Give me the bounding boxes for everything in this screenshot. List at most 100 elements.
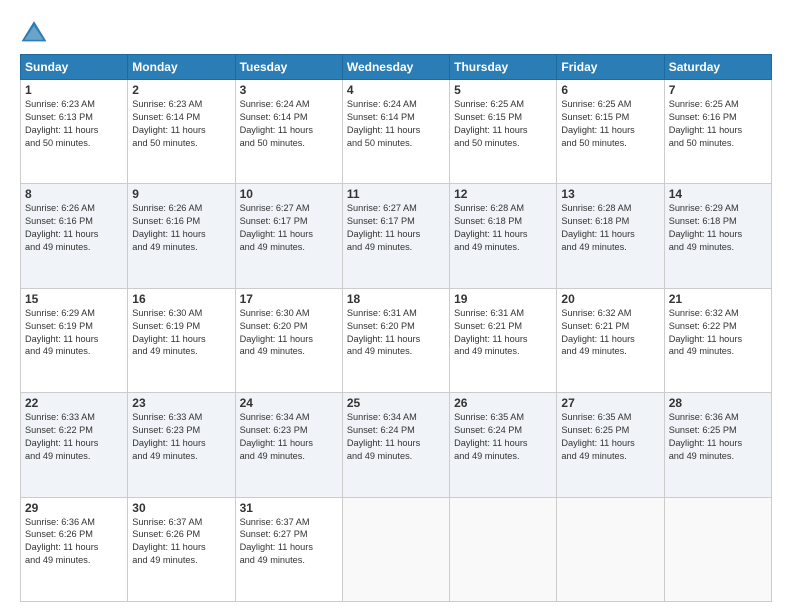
calendar-cell	[342, 497, 449, 601]
day-info: Sunrise: 6:36 AM Sunset: 6:26 PM Dayligh…	[25, 516, 123, 568]
header-wednesday: Wednesday	[342, 55, 449, 80]
day-info: Sunrise: 6:23 AM Sunset: 6:14 PM Dayligh…	[132, 98, 230, 150]
calendar-cell: 9Sunrise: 6:26 AM Sunset: 6:16 PM Daylig…	[128, 184, 235, 288]
day-number: 3	[240, 83, 338, 97]
calendar-cell: 29Sunrise: 6:36 AM Sunset: 6:26 PM Dayli…	[21, 497, 128, 601]
day-info: Sunrise: 6:25 AM Sunset: 6:15 PM Dayligh…	[561, 98, 659, 150]
calendar-cell: 15Sunrise: 6:29 AM Sunset: 6:19 PM Dayli…	[21, 288, 128, 392]
calendar-cell: 7Sunrise: 6:25 AM Sunset: 6:16 PM Daylig…	[664, 80, 771, 184]
calendar-cell: 10Sunrise: 6:27 AM Sunset: 6:17 PM Dayli…	[235, 184, 342, 288]
day-number: 18	[347, 292, 445, 306]
day-number: 5	[454, 83, 552, 97]
header-monday: Monday	[128, 55, 235, 80]
calendar-cell: 2Sunrise: 6:23 AM Sunset: 6:14 PM Daylig…	[128, 80, 235, 184]
day-number: 27	[561, 396, 659, 410]
day-number: 25	[347, 396, 445, 410]
calendar-table: Sunday Monday Tuesday Wednesday Thursday…	[20, 54, 772, 602]
calendar-cell	[450, 497, 557, 601]
calendar-cell: 22Sunrise: 6:33 AM Sunset: 6:22 PM Dayli…	[21, 393, 128, 497]
day-info: Sunrise: 6:26 AM Sunset: 6:16 PM Dayligh…	[25, 202, 123, 254]
day-info: Sunrise: 6:34 AM Sunset: 6:24 PM Dayligh…	[347, 411, 445, 463]
calendar-cell: 21Sunrise: 6:32 AM Sunset: 6:22 PM Dayli…	[664, 288, 771, 392]
day-number: 26	[454, 396, 552, 410]
day-number: 15	[25, 292, 123, 306]
logo-icon	[20, 18, 48, 46]
calendar-cell: 4Sunrise: 6:24 AM Sunset: 6:14 PM Daylig…	[342, 80, 449, 184]
calendar-week-row: 15Sunrise: 6:29 AM Sunset: 6:19 PM Dayli…	[21, 288, 772, 392]
calendar-cell: 26Sunrise: 6:35 AM Sunset: 6:24 PM Dayli…	[450, 393, 557, 497]
day-info: Sunrise: 6:23 AM Sunset: 6:13 PM Dayligh…	[25, 98, 123, 150]
calendar-cell: 24Sunrise: 6:34 AM Sunset: 6:23 PM Dayli…	[235, 393, 342, 497]
calendar-cell: 25Sunrise: 6:34 AM Sunset: 6:24 PM Dayli…	[342, 393, 449, 497]
day-info: Sunrise: 6:28 AM Sunset: 6:18 PM Dayligh…	[454, 202, 552, 254]
day-number: 21	[669, 292, 767, 306]
day-number: 7	[669, 83, 767, 97]
day-info: Sunrise: 6:30 AM Sunset: 6:20 PM Dayligh…	[240, 307, 338, 359]
day-number: 16	[132, 292, 230, 306]
day-number: 29	[25, 501, 123, 515]
day-info: Sunrise: 6:27 AM Sunset: 6:17 PM Dayligh…	[240, 202, 338, 254]
day-number: 24	[240, 396, 338, 410]
day-number: 31	[240, 501, 338, 515]
header-thursday: Thursday	[450, 55, 557, 80]
day-number: 13	[561, 187, 659, 201]
calendar-cell: 1Sunrise: 6:23 AM Sunset: 6:13 PM Daylig…	[21, 80, 128, 184]
day-info: Sunrise: 6:27 AM Sunset: 6:17 PM Dayligh…	[347, 202, 445, 254]
day-number: 23	[132, 396, 230, 410]
header-tuesday: Tuesday	[235, 55, 342, 80]
day-number: 4	[347, 83, 445, 97]
calendar-cell: 3Sunrise: 6:24 AM Sunset: 6:14 PM Daylig…	[235, 80, 342, 184]
day-info: Sunrise: 6:32 AM Sunset: 6:21 PM Dayligh…	[561, 307, 659, 359]
day-info: Sunrise: 6:32 AM Sunset: 6:22 PM Dayligh…	[669, 307, 767, 359]
day-number: 11	[347, 187, 445, 201]
day-number: 12	[454, 187, 552, 201]
day-number: 30	[132, 501, 230, 515]
day-info: Sunrise: 6:30 AM Sunset: 6:19 PM Dayligh…	[132, 307, 230, 359]
calendar-cell: 12Sunrise: 6:28 AM Sunset: 6:18 PM Dayli…	[450, 184, 557, 288]
day-number: 19	[454, 292, 552, 306]
day-info: Sunrise: 6:37 AM Sunset: 6:26 PM Dayligh…	[132, 516, 230, 568]
day-number: 17	[240, 292, 338, 306]
calendar-cell: 6Sunrise: 6:25 AM Sunset: 6:15 PM Daylig…	[557, 80, 664, 184]
day-number: 14	[669, 187, 767, 201]
day-info: Sunrise: 6:35 AM Sunset: 6:25 PM Dayligh…	[561, 411, 659, 463]
calendar-cell: 23Sunrise: 6:33 AM Sunset: 6:23 PM Dayli…	[128, 393, 235, 497]
day-info: Sunrise: 6:25 AM Sunset: 6:16 PM Dayligh…	[669, 98, 767, 150]
day-info: Sunrise: 6:28 AM Sunset: 6:18 PM Dayligh…	[561, 202, 659, 254]
header	[20, 18, 772, 46]
day-info: Sunrise: 6:33 AM Sunset: 6:22 PM Dayligh…	[25, 411, 123, 463]
calendar-cell: 28Sunrise: 6:36 AM Sunset: 6:25 PM Dayli…	[664, 393, 771, 497]
day-info: Sunrise: 6:34 AM Sunset: 6:23 PM Dayligh…	[240, 411, 338, 463]
calendar-cell: 16Sunrise: 6:30 AM Sunset: 6:19 PM Dayli…	[128, 288, 235, 392]
calendar-cell: 27Sunrise: 6:35 AM Sunset: 6:25 PM Dayli…	[557, 393, 664, 497]
calendar-week-row: 29Sunrise: 6:36 AM Sunset: 6:26 PM Dayli…	[21, 497, 772, 601]
day-number: 8	[25, 187, 123, 201]
day-info: Sunrise: 6:31 AM Sunset: 6:21 PM Dayligh…	[454, 307, 552, 359]
day-number: 2	[132, 83, 230, 97]
calendar-cell	[664, 497, 771, 601]
logo	[20, 18, 52, 46]
day-info: Sunrise: 6:26 AM Sunset: 6:16 PM Dayligh…	[132, 202, 230, 254]
day-number: 28	[669, 396, 767, 410]
day-info: Sunrise: 6:33 AM Sunset: 6:23 PM Dayligh…	[132, 411, 230, 463]
day-info: Sunrise: 6:29 AM Sunset: 6:18 PM Dayligh…	[669, 202, 767, 254]
day-number: 22	[25, 396, 123, 410]
calendar-cell: 19Sunrise: 6:31 AM Sunset: 6:21 PM Dayli…	[450, 288, 557, 392]
calendar-week-row: 22Sunrise: 6:33 AM Sunset: 6:22 PM Dayli…	[21, 393, 772, 497]
header-saturday: Saturday	[664, 55, 771, 80]
calendar-week-row: 1Sunrise: 6:23 AM Sunset: 6:13 PM Daylig…	[21, 80, 772, 184]
calendar-cell: 30Sunrise: 6:37 AM Sunset: 6:26 PM Dayli…	[128, 497, 235, 601]
day-number: 1	[25, 83, 123, 97]
calendar-week-row: 8Sunrise: 6:26 AM Sunset: 6:16 PM Daylig…	[21, 184, 772, 288]
calendar-cell: 20Sunrise: 6:32 AM Sunset: 6:21 PM Dayli…	[557, 288, 664, 392]
day-number: 9	[132, 187, 230, 201]
calendar-cell: 31Sunrise: 6:37 AM Sunset: 6:27 PM Dayli…	[235, 497, 342, 601]
day-info: Sunrise: 6:35 AM Sunset: 6:24 PM Dayligh…	[454, 411, 552, 463]
calendar-cell: 18Sunrise: 6:31 AM Sunset: 6:20 PM Dayli…	[342, 288, 449, 392]
calendar-cell: 13Sunrise: 6:28 AM Sunset: 6:18 PM Dayli…	[557, 184, 664, 288]
day-info: Sunrise: 6:29 AM Sunset: 6:19 PM Dayligh…	[25, 307, 123, 359]
day-info: Sunrise: 6:36 AM Sunset: 6:25 PM Dayligh…	[669, 411, 767, 463]
day-info: Sunrise: 6:25 AM Sunset: 6:15 PM Dayligh…	[454, 98, 552, 150]
calendar-cell: 11Sunrise: 6:27 AM Sunset: 6:17 PM Dayli…	[342, 184, 449, 288]
day-number: 10	[240, 187, 338, 201]
